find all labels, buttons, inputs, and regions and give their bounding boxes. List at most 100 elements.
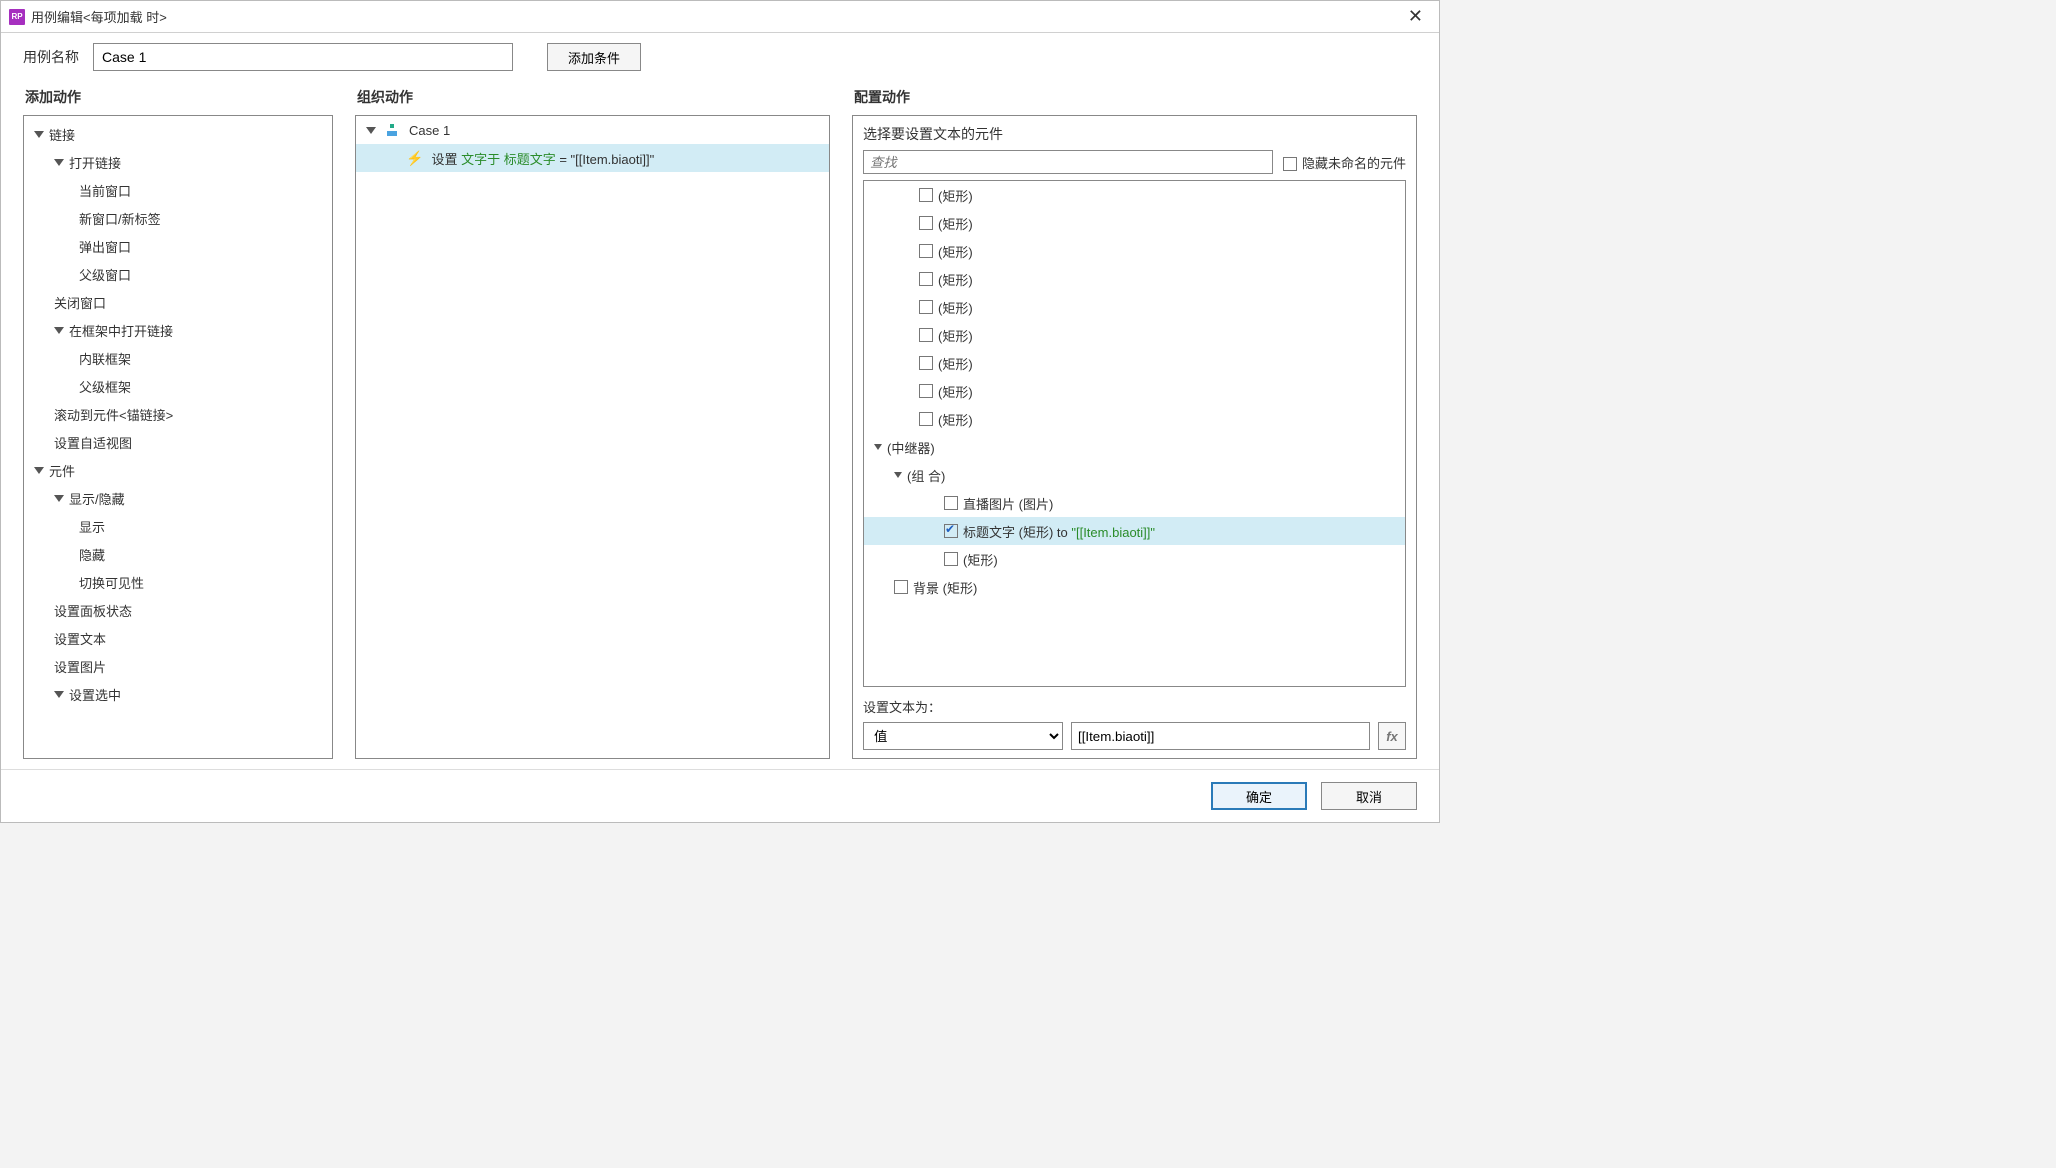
tree-item[interactable]: 显示 [24,512,332,540]
widget-tree[interactable]: (矩形) (矩形) (矩形) (矩形) (矩形) (矩形) (矩形) (矩形) … [863,180,1406,687]
tree-item[interactable]: 元件 [24,456,332,484]
config-title: 配置动作 [854,87,1417,107]
organize-title: 组织动作 [357,87,830,107]
tree-item[interactable]: 在框架中打开链接 [24,316,332,344]
expand-icon [874,444,882,450]
window-title: 用例编辑<每项加载 时> [31,7,167,26]
top-row: 用例名称 添加条件 [1,33,1439,81]
tree-item[interactable]: 滚动到元件<锚链接> [24,400,332,428]
expand-icon[interactable] [34,131,44,138]
action-text: 设置 文字于 标题文字 = "[[Item.biaoti]]" [431,149,654,168]
tree-item-label: 当前窗口 [79,181,131,200]
tree-item-label: 元件 [49,461,75,480]
add-action-title: 添加动作 [25,87,333,107]
checkbox-checked-icon [944,524,958,538]
case-header[interactable]: Case 1 [356,116,829,144]
expand-icon[interactable] [54,495,64,502]
tree-item[interactable]: 打开链接 [24,148,332,176]
tree-item-label: 关闭窗口 [54,293,106,312]
tree-item-label: 父级框架 [79,377,131,396]
case-label: Case 1 [409,123,450,138]
tree-item-group[interactable]: (组 合) [864,461,1405,489]
tree-item[interactable]: 链接 [24,120,332,148]
add-condition-button[interactable]: 添加条件 [547,43,641,71]
list-item-title-text[interactable]: 标题文字 (矩形) to "[[Item.biaoti]]" [864,517,1405,545]
tree-item[interactable]: 父级框架 [24,372,332,400]
tree-item[interactable]: 设置自适视图 [24,428,332,456]
hide-unnamed-label: 隐藏未命名的元件 [1302,156,1406,171]
list-item-bg[interactable]: 背景 (矩形) [864,573,1405,601]
tree-item[interactable]: 设置面板状态 [24,596,332,624]
actions-panel: 链接打开链接当前窗口新窗口/新标签弹出窗口父级窗口关闭窗口在框架中打开链接内联框… [23,115,333,759]
tree-item-label: 设置选中 [69,685,121,704]
titlebar: RP 用例编辑<每项加载 时> ✕ [1,1,1439,33]
actions-tree[interactable]: 链接打开链接当前窗口新窗口/新标签弹出窗口父级窗口关闭窗口在框架中打开链接内联框… [24,116,332,758]
close-icon[interactable]: ✕ [1400,4,1431,29]
list-item[interactable]: (矩形) [864,265,1405,293]
tree-item[interactable]: 弹出窗口 [24,232,332,260]
case-name-label: 用例名称 [23,47,79,67]
expand-icon[interactable] [34,467,44,474]
tree-item[interactable]: 设置选中 [24,680,332,708]
tree-item-label: 设置文本 [54,629,106,648]
tree-item-label: 滚动到元件<锚链接> [54,405,173,424]
list-item-image[interactable]: 直播图片 (图片) [864,489,1405,517]
hide-unnamed-toggle[interactable]: 隐藏未命名的元件 [1283,153,1406,172]
list-item[interactable]: (矩形) [864,545,1405,573]
organize-panel: Case 1 ⚡ 设置 文字于 标题文字 = "[[Item.biaoti]]" [355,115,830,759]
action-row-set-text[interactable]: ⚡ 设置 文字于 标题文字 = "[[Item.biaoti]]" [356,144,829,172]
value-input[interactable] [1071,722,1370,750]
case-name-input[interactable] [93,43,513,71]
tree-item-label: 弹出窗口 [79,237,131,256]
tree-item-label: 打开链接 [69,153,121,172]
tree-item-label: 设置图片 [54,657,106,676]
tree-item-label: 设置面板状态 [54,601,132,620]
tree-item-label: 显示 [79,517,105,536]
tree-item[interactable]: 内联框架 [24,344,332,372]
list-item[interactable]: (矩形) [864,237,1405,265]
dialog-window: RP 用例编辑<每项加载 时> ✕ 用例名称 添加条件 添加动作 链接打开链接当… [0,0,1440,823]
tree-item-label: 在框架中打开链接 [69,321,173,340]
list-item[interactable]: (矩形) [864,405,1405,433]
select-widget-label: 选择要设置文本的元件 [863,124,1406,144]
expand-icon[interactable] [54,159,64,166]
list-item[interactable]: (矩形) [864,293,1405,321]
tree-item[interactable]: 隐藏 [24,540,332,568]
tree-item[interactable]: 切换可见性 [24,568,332,596]
tree-item[interactable]: 设置文本 [24,624,332,652]
bolt-icon: ⚡ [406,150,423,167]
checkbox-icon[interactable] [1283,157,1297,171]
tree-item-label: 切换可见性 [79,573,144,592]
tree-item[interactable]: 父级窗口 [24,260,332,288]
tree-item-repeater[interactable]: (中继器) [864,433,1405,461]
tree-item[interactable]: 关闭窗口 [24,288,332,316]
value-type-select[interactable]: 值 [863,722,1063,750]
tree-item[interactable]: 新窗口/新标签 [24,204,332,232]
tree-item-label: 设置自适视图 [54,433,132,452]
list-item[interactable]: (矩形) [864,377,1405,405]
tree-item-label: 显示/隐藏 [69,489,125,508]
list-item[interactable]: (矩形) [864,209,1405,237]
tree-item[interactable]: 显示/隐藏 [24,484,332,512]
config-panel: 选择要设置文本的元件 隐藏未命名的元件 (矩形) (矩形) (矩形) (矩形) … [852,115,1417,759]
expand-icon[interactable] [54,691,64,698]
tree-item[interactable]: 当前窗口 [24,176,332,204]
app-icon: RP [9,9,25,25]
tree-item-label: 隐藏 [79,545,105,564]
fx-button[interactable]: fx [1378,722,1406,750]
tree-item-label: 内联框架 [79,349,131,368]
list-item[interactable]: (矩形) [864,349,1405,377]
cancel-button[interactable]: 取消 [1321,782,1417,810]
list-item[interactable]: (矩形) [864,321,1405,349]
expand-icon[interactable] [54,327,64,334]
col-organize: 组织动作 Case 1 ⚡ 设置 文字于 标题文字 = "[[Item.biao… [355,81,830,759]
tree-item-label: 链接 [49,125,75,144]
expand-icon[interactable] [366,127,376,134]
list-item[interactable]: (矩形) [864,181,1405,209]
tree-item[interactable]: 设置图片 [24,652,332,680]
footer: 确定 取消 [1,769,1439,822]
tree-item-label: 父级窗口 [79,265,131,284]
search-input[interactable] [863,150,1273,174]
case-icon [387,124,403,136]
ok-button[interactable]: 确定 [1211,782,1307,810]
